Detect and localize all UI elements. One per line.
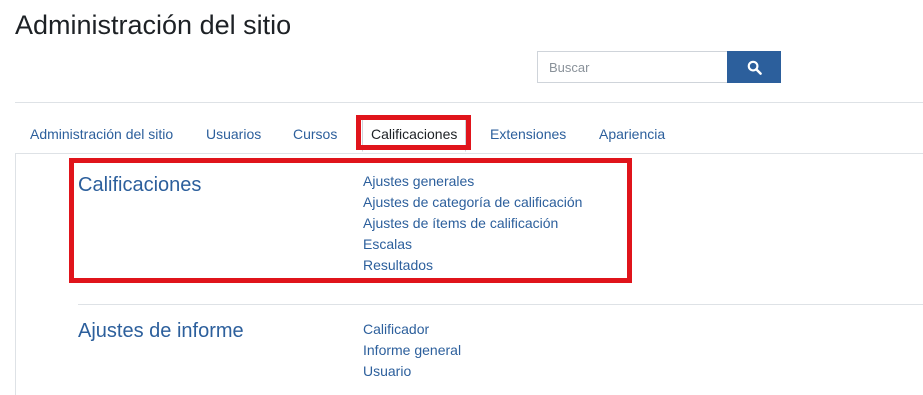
tab-administracion-del-sitio[interactable]: Administración del sitio bbox=[30, 118, 173, 151]
link-escalas[interactable]: Escalas bbox=[363, 234, 582, 255]
search-icon bbox=[747, 60, 762, 75]
link-resultados[interactable]: Resultados bbox=[363, 255, 582, 276]
tab-extensiones[interactable]: Extensiones bbox=[490, 118, 566, 151]
search-input[interactable] bbox=[537, 51, 727, 83]
section-divider bbox=[78, 304, 923, 305]
link-ajustes-generales[interactable]: Ajustes generales bbox=[363, 171, 582, 192]
link-calificador[interactable]: Calificador bbox=[363, 319, 461, 340]
page-title: Administración del sitio bbox=[15, 10, 292, 40]
section-title-ajustes-de-informe: Ajustes de informe bbox=[78, 320, 244, 342]
page: Administración del sitio Administración … bbox=[0, 0, 923, 395]
search-form bbox=[537, 51, 781, 83]
link-ajustes-items[interactable]: Ajustes de ítems de calificación bbox=[363, 213, 582, 234]
content-left-border bbox=[15, 153, 16, 395]
tab-cursos[interactable]: Cursos bbox=[293, 118, 337, 151]
tab-apariencia[interactable]: Apariencia bbox=[599, 118, 665, 151]
search-button[interactable] bbox=[727, 51, 781, 83]
link-informe-general[interactable]: Informe general bbox=[363, 340, 461, 361]
header-divider bbox=[15, 102, 923, 103]
calificaciones-links: Ajustes generales Ajustes de categoría d… bbox=[363, 171, 582, 276]
link-usuario[interactable]: Usuario bbox=[363, 361, 461, 382]
section-title-calificaciones: Calificaciones bbox=[78, 174, 202, 196]
tab-bar: Administración del sitio Usuarios Cursos… bbox=[15, 117, 923, 154]
ajustes-informe-links: Calificador Informe general Usuario bbox=[363, 319, 461, 382]
tab-calificaciones[interactable]: Calificaciones bbox=[362, 117, 467, 152]
tab-usuarios[interactable]: Usuarios bbox=[206, 118, 261, 151]
link-ajustes-categoria[interactable]: Ajustes de categoría de calificación bbox=[363, 192, 582, 213]
